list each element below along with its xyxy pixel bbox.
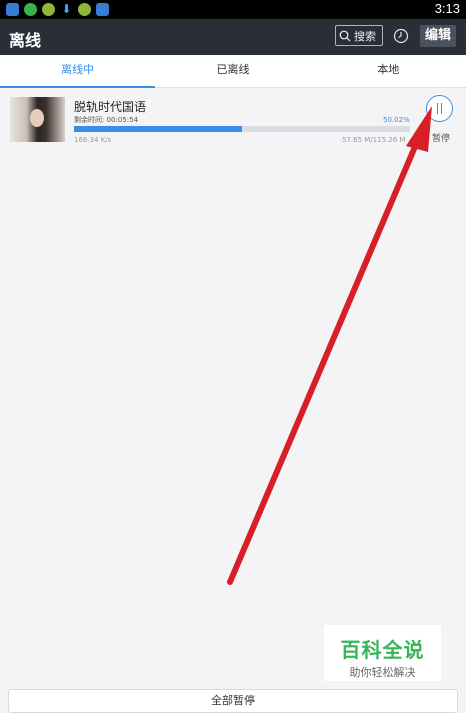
edit-button[interactable]: 编辑 bbox=[420, 25, 456, 47]
download-notification-icon: ⬇ bbox=[61, 2, 72, 16]
pause-all-button[interactable]: 全部暂停 bbox=[8, 689, 458, 713]
bottom-bar: 全部暂停 bbox=[0, 688, 466, 713]
upload-notification-icon bbox=[24, 3, 37, 16]
remaining-time: 剩余时间: 00:05:54 bbox=[74, 116, 139, 124]
watermark-logo: 百科全说 助你轻松解决 bbox=[324, 625, 441, 681]
progress-bar bbox=[74, 126, 410, 132]
thumbnail-face bbox=[30, 109, 44, 127]
app-bar: 离线 搜索 编辑 bbox=[0, 19, 466, 55]
tab-downloaded[interactable]: 已离线 bbox=[155, 55, 310, 87]
search-label: 搜索 bbox=[354, 29, 376, 43]
pause-icon[interactable] bbox=[426, 95, 453, 122]
watermark-subtitle: 助你轻松解决 bbox=[349, 666, 416, 679]
watermark-title: 百科全说 bbox=[340, 638, 425, 662]
progress-percent: 50.02% bbox=[383, 116, 410, 124]
notification-icons: ⬇ bbox=[6, 3, 109, 16]
download-title: 脱轨时代国语 bbox=[74, 100, 147, 114]
search-button[interactable]: 搜索 bbox=[335, 25, 383, 46]
tab-local[interactable]: 本地 bbox=[311, 55, 466, 87]
clock: 3:13 bbox=[434, 1, 460, 16]
tab-downloading[interactable]: 离线中 bbox=[0, 55, 156, 88]
game-notification-icon-2 bbox=[78, 3, 91, 16]
app-notification-icon bbox=[6, 3, 19, 16]
download-size: 57.65 M/115.26 M bbox=[342, 136, 406, 144]
page-title: 离线 bbox=[9, 31, 42, 50]
pause-label: 暂停 bbox=[432, 134, 451, 144]
progress-fill bbox=[74, 126, 243, 132]
search-icon bbox=[339, 30, 351, 41]
video-thumbnail bbox=[10, 97, 65, 142]
download-speed: 166.34 K/s bbox=[74, 136, 112, 144]
tab-bar: 离线中 已离线 本地 bbox=[0, 55, 466, 88]
download-item[interactable]: 脱轨时代国语 剩余时间: 00:05:54 50.02% 166.34 K/s … bbox=[0, 88, 466, 152]
status-bar: ⬇ 3:13 bbox=[0, 0, 466, 19]
app-notification-icon-2 bbox=[96, 3, 109, 16]
history-clock-icon[interactable] bbox=[393, 28, 409, 44]
game-notification-icon bbox=[42, 3, 55, 16]
